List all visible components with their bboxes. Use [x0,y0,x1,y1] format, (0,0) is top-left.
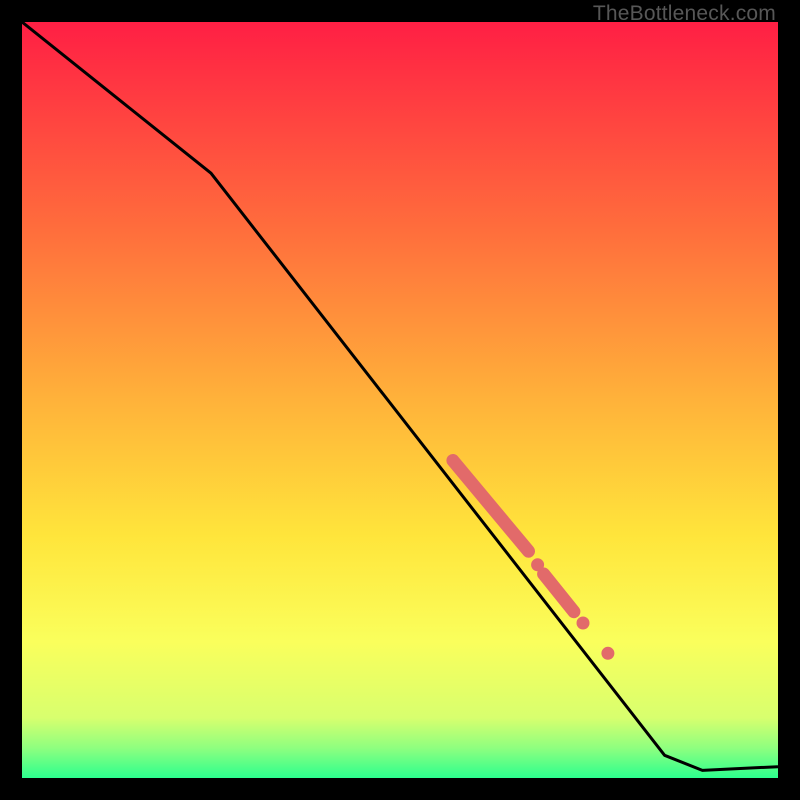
watermark-text: TheBottleneck.com [593,2,776,26]
highlight-dot [577,617,590,630]
gradient-background [22,22,778,778]
chart-plot [22,22,778,778]
chart-frame [22,22,778,778]
highlight-dot [601,647,614,660]
highlight-dot [531,558,544,571]
